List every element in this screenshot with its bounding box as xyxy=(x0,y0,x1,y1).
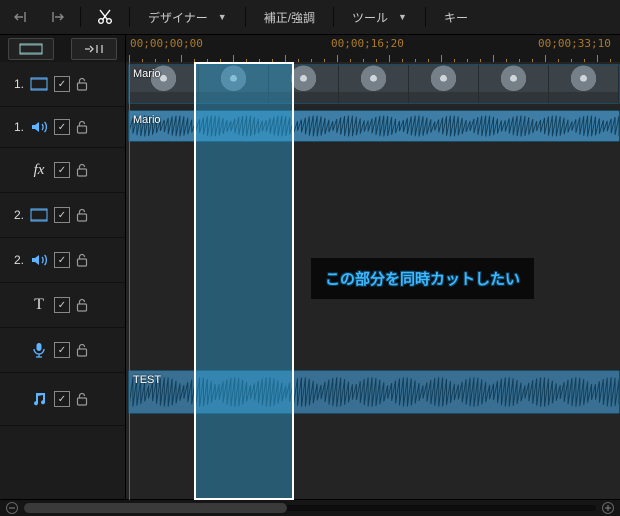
tool-select-left-icon[interactable] xyxy=(8,4,36,30)
menu-label: デザイナー xyxy=(148,9,208,26)
fx-icon: fx xyxy=(30,161,48,179)
track-lock-toggle[interactable] xyxy=(76,298,88,312)
clip-thumbnails xyxy=(129,65,619,103)
track-header-audio: 2. ✓ xyxy=(0,238,125,283)
track-visible-toggle[interactable]: ✓ xyxy=(54,76,70,92)
mode-snap-button[interactable] xyxy=(71,38,117,60)
waveform xyxy=(129,111,619,141)
menu-correction[interactable]: 補正/強調 xyxy=(256,5,323,29)
track-lock-toggle[interactable] xyxy=(76,253,88,267)
track-header-audio: 1. ✓ xyxy=(0,107,125,148)
zoom-in-button[interactable] xyxy=(602,502,614,514)
music-icon xyxy=(30,390,48,408)
track-number: 2. xyxy=(8,253,24,267)
ruler-stamp: 00;00;00;00 xyxy=(130,37,203,50)
audio-icon xyxy=(30,251,48,269)
time-ruler[interactable]: 00;00;00;00 00;00;16;20 00;00;33;10 xyxy=(126,35,620,63)
horizontal-scrollbar xyxy=(0,499,620,516)
track-visible-toggle[interactable]: ✓ xyxy=(54,297,70,313)
ruler-stamp: 00;00;33;10 xyxy=(538,37,611,50)
track-number: 2. xyxy=(8,208,24,222)
track-visible-toggle[interactable]: ✓ xyxy=(54,162,70,178)
scroll-thumb[interactable] xyxy=(24,503,287,513)
split-button[interactable] xyxy=(91,4,119,30)
tool-select-right-icon[interactable] xyxy=(42,4,70,30)
track-lane-audio[interactable]: Mario xyxy=(126,106,620,147)
chevron-down-icon: ▼ xyxy=(398,12,407,22)
track-number: 1. xyxy=(8,77,24,91)
clip-label: Mario xyxy=(133,68,161,80)
menu-key[interactable]: キー xyxy=(436,5,468,29)
track-visible-toggle[interactable]: ✓ xyxy=(54,342,70,358)
track-lane-video[interactable] xyxy=(126,190,620,235)
track-header-title: T✓ xyxy=(0,283,125,328)
scroll-track[interactable] xyxy=(24,505,596,511)
menu-label: キー xyxy=(444,9,468,26)
clip[interactable]: Mario xyxy=(128,110,620,142)
timeline-area: 1.✓1.✓fx✓2.✓2.✓T✓✓✓ この部分を同時カットしたい MarioM… xyxy=(0,62,620,500)
track-lanes[interactable]: この部分を同時カットしたい Mario Mario TEST xyxy=(126,62,620,500)
chevron-down-icon: ▼ xyxy=(218,12,227,22)
track-header-music: ✓ xyxy=(0,373,125,426)
ruler-left-controls xyxy=(0,35,126,63)
track-lane-video[interactable]: Mario xyxy=(126,62,620,107)
playhead[interactable] xyxy=(129,62,130,500)
track-visible-toggle[interactable]: ✓ xyxy=(54,207,70,223)
track-lane-music[interactable]: TEST xyxy=(126,366,620,419)
video-icon xyxy=(30,75,48,93)
audio-icon xyxy=(30,118,48,136)
track-headers: 1.✓1.✓fx✓2.✓2.✓T✓✓✓ xyxy=(0,62,126,500)
track-lock-toggle[interactable] xyxy=(76,120,88,134)
menu-tools[interactable]: ツール ▼ xyxy=(344,5,415,29)
clip[interactable]: TEST xyxy=(128,370,620,414)
track-lane-fx[interactable] xyxy=(126,146,620,191)
title-icon: T xyxy=(30,296,48,314)
clip-label: Mario xyxy=(133,114,161,126)
video-icon xyxy=(30,206,48,224)
menu-label: 補正/強調 xyxy=(264,9,315,26)
track-lock-toggle[interactable] xyxy=(76,208,88,222)
track-header-fx: fx ✓ xyxy=(0,148,125,193)
ruler-stamp: 00;00;16;20 xyxy=(331,37,404,50)
clip[interactable]: Mario xyxy=(128,64,620,104)
track-header-mic: ✓ xyxy=(0,328,125,373)
menu-label: ツール xyxy=(352,9,388,26)
track-header-video: 1. ✓ xyxy=(0,62,125,107)
mic-icon xyxy=(30,341,48,359)
top-toolbar: デザイナー ▼ 補正/強調 ツール ▼ キー xyxy=(0,0,620,35)
track-number: 1. xyxy=(8,120,24,134)
mode-filmstrip-button[interactable] xyxy=(8,38,54,60)
track-visible-toggle[interactable]: ✓ xyxy=(54,119,70,135)
menu-designer[interactable]: デザイナー ▼ xyxy=(140,5,235,29)
track-visible-toggle[interactable]: ✓ xyxy=(54,252,70,268)
track-header-video: 2. ✓ xyxy=(0,193,125,238)
waveform xyxy=(129,371,619,413)
track-lane-mic[interactable] xyxy=(126,322,620,367)
track-lock-toggle[interactable] xyxy=(76,392,88,406)
clip-label: TEST xyxy=(133,374,161,386)
track-lock-toggle[interactable] xyxy=(76,77,88,91)
track-visible-toggle[interactable]: ✓ xyxy=(54,391,70,407)
track-lock-toggle[interactable] xyxy=(76,163,88,177)
annotation-text: この部分を同時カットしたい xyxy=(311,258,534,299)
zoom-out-button[interactable] xyxy=(6,502,18,514)
time-ruler-row: 00;00;00;00 00;00;16;20 00;00;33;10 xyxy=(0,35,620,64)
track-lock-toggle[interactable] xyxy=(76,343,88,357)
